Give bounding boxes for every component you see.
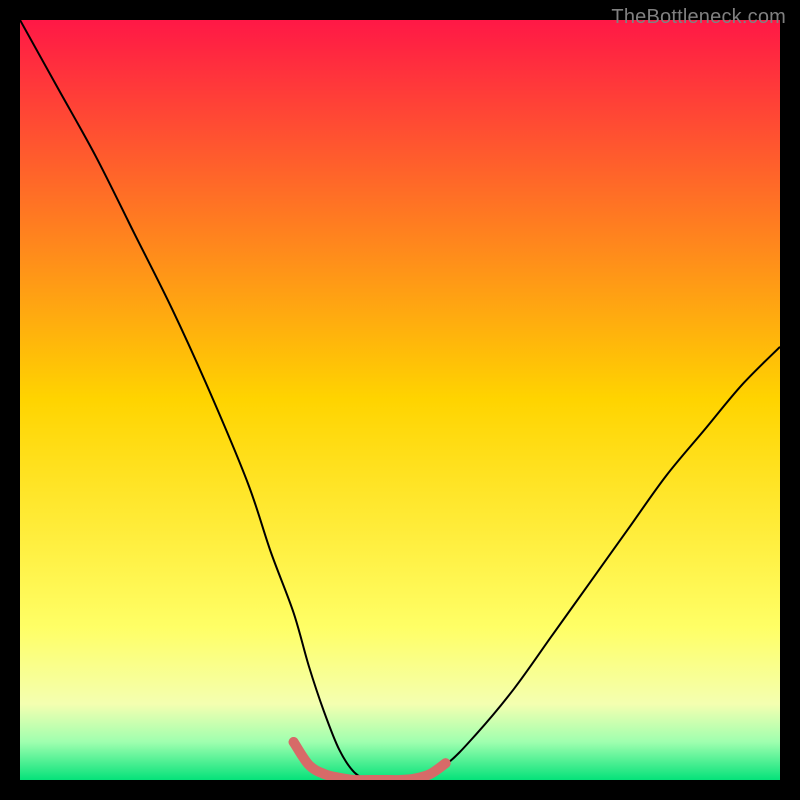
valley-points <box>289 737 299 747</box>
chart-background <box>20 20 780 780</box>
valley-points <box>319 769 329 779</box>
chart-svg <box>20 20 780 780</box>
watermark-text: TheBottleneck.com <box>611 6 786 29</box>
valley-points <box>441 758 451 768</box>
chart-stage: TheBottleneck.com <box>0 0 800 800</box>
